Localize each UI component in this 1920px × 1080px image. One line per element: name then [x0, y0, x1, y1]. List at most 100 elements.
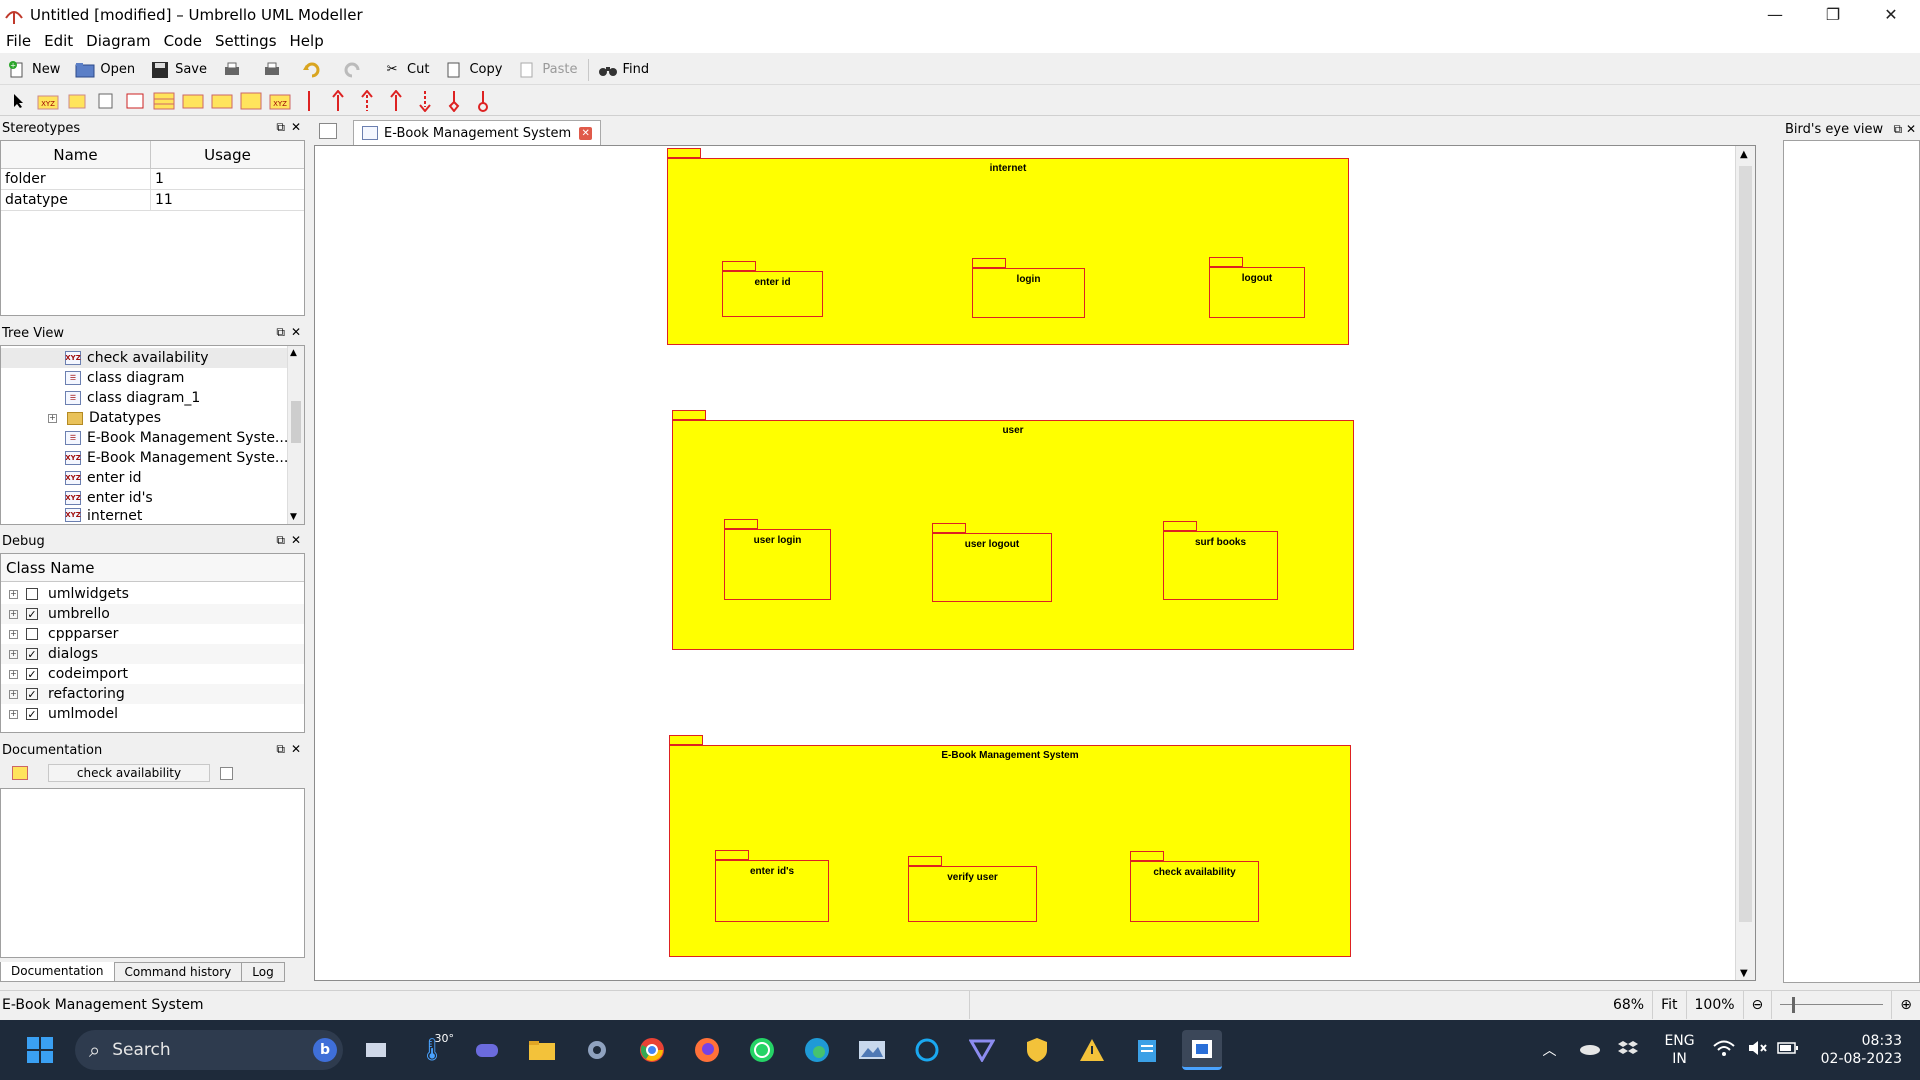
scroll-up-icon[interactable]: ▲ [290, 348, 297, 358]
save-button[interactable]: Save [149, 60, 207, 80]
zoom-out-icon[interactable]: ⊖ [1742, 991, 1772, 1019]
edge-icon[interactable] [797, 1030, 837, 1070]
tree-item[interactable]: ☰ E-Book Management Syste... [1, 428, 304, 448]
onedrive-cloud-icon[interactable] [1578, 1041, 1601, 1059]
aggregation-icon[interactable] [443, 90, 465, 112]
battery-icon[interactable] [1776, 1041, 1799, 1059]
zoom-slider-handle[interactable] [1792, 997, 1796, 1013]
expand-icon[interactable]: + [9, 629, 18, 639]
datatype-tool-icon[interactable]: XYZ [37, 90, 59, 112]
table-row[interactable]: folder 1 [1, 169, 304, 190]
menu-diagram[interactable]: Diagram [86, 32, 150, 50]
maximize-button[interactable]: ❐ [1804, 0, 1862, 29]
realization-arrow-icon[interactable] [414, 90, 436, 112]
new-tab-icon[interactable] [319, 123, 337, 139]
volume-muted-icon[interactable] [1747, 1039, 1767, 1061]
diagram-canvas[interactable]: internet enter id login logout user user… [314, 145, 1756, 981]
close-icon[interactable]: ✕ [291, 533, 301, 548]
redo-button[interactable] [341, 60, 367, 80]
select-arrow-icon[interactable] [8, 90, 30, 112]
zoom-100-button[interactable]: 100% [1685, 991, 1743, 1019]
float-icon[interactable]: ⧉ [276, 325, 285, 340]
debug-row[interactable]: + ✓ umbrello [1, 604, 304, 624]
expand-icon[interactable]: + [9, 609, 18, 619]
find-button[interactable]: Find [597, 60, 649, 80]
dependency-arrow-icon[interactable] [356, 89, 378, 112]
zoom-in-icon[interactable]: ⊕ [1891, 991, 1920, 1019]
notepad-icon[interactable] [1127, 1030, 1167, 1070]
print-button[interactable] [221, 60, 247, 80]
documentation-name-field[interactable]: check availability [48, 764, 210, 782]
generalization-arrow-icon[interactable] [327, 89, 349, 112]
file-explorer-icon[interactable] [522, 1030, 562, 1070]
meet-icon[interactable] [467, 1030, 507, 1070]
birds-eye-view-panel[interactable] [1783, 140, 1920, 983]
checkbox[interactable]: ✓ [26, 648, 38, 660]
scroll-thumb[interactable] [1739, 166, 1752, 922]
tab-command-history[interactable]: Command history [113, 962, 243, 982]
scroll-down-icon[interactable]: ▼ [1740, 968, 1748, 979]
package-user-login[interactable]: user login [724, 529, 831, 600]
scroll-up-icon[interactable]: ▲ [1740, 149, 1748, 160]
canvas-scrollbar[interactable]: ▲ ▼ [1735, 146, 1755, 980]
taskbar-search[interactable]: ⌕ Search b [75, 1030, 343, 1070]
scroll-down-icon[interactable]: ▼ [290, 512, 297, 522]
entity-tool-icon[interactable] [211, 90, 233, 112]
zoom-fit-button[interactable]: Fit [1652, 991, 1685, 1019]
float-icon[interactable]: ⧉ [1894, 122, 1903, 136]
close-icon[interactable]: ✕ [1906, 122, 1916, 136]
photos-icon[interactable] [852, 1030, 892, 1070]
documentation-checkbox[interactable] [220, 766, 233, 780]
menu-help[interactable]: Help [290, 32, 324, 50]
package-user[interactable]: user user login user logout surf books [672, 420, 1354, 650]
clock[interactable]: 08:33 02-08-2023 [1821, 1032, 1902, 1068]
wifi-icon[interactable] [1712, 1039, 1735, 1061]
package-enter-id[interactable]: enter id [722, 271, 823, 317]
note-tool-icon[interactable] [95, 90, 117, 112]
expand-icon[interactable]: + [48, 413, 57, 423]
expand-icon[interactable]: + [9, 669, 18, 679]
float-icon[interactable]: ⧉ [276, 120, 285, 135]
weather-icon[interactable]: 🌡 30° [412, 1030, 454, 1070]
enum-tool-icon[interactable] [182, 90, 204, 112]
box-tool-icon[interactable] [124, 90, 146, 112]
checkbox[interactable]: ✓ [26, 688, 38, 700]
close-icon[interactable]: ✕ [291, 120, 301, 135]
checkbox[interactable]: ✓ [26, 668, 38, 680]
firefox-icon[interactable] [687, 1030, 727, 1070]
checkbox[interactable]: ✓ [26, 708, 38, 720]
composition-icon[interactable] [472, 90, 494, 112]
tree-item[interactable]: XYZ enter id [1, 468, 304, 488]
whatsapp-icon[interactable] [742, 1030, 782, 1070]
settings-gear-icon[interactable] [577, 1030, 617, 1070]
datatype2-tool-icon[interactable]: XYZ [269, 90, 291, 112]
template-tool-icon[interactable] [240, 90, 262, 112]
package-verify-user[interactable]: verify user [908, 866, 1037, 922]
expand-icon[interactable]: + [9, 709, 18, 719]
tree-item[interactable]: + Datatypes [1, 408, 304, 428]
warning-icon[interactable] [1072, 1030, 1112, 1070]
cut-button[interactable]: ✂ Cut [381, 60, 430, 80]
chrome-icon[interactable] [632, 1030, 672, 1070]
zoom-slider[interactable] [1771, 991, 1891, 1019]
dropbox-icon[interactable] [1618, 1039, 1639, 1061]
package-check-availability[interactable]: check availability [1130, 861, 1259, 922]
tree-scrollbar[interactable]: ▲ ▼ [287, 346, 304, 524]
tree-item[interactable]: ☰ class diagram [1, 368, 304, 388]
expand-icon[interactable]: + [9, 689, 18, 699]
association-line-icon[interactable] [298, 90, 320, 112]
close-icon[interactable]: ✕ [291, 742, 301, 757]
directed-association-icon[interactable] [385, 89, 407, 112]
tree-item[interactable]: XYZ check availability [1, 348, 304, 368]
package-surf-books[interactable]: surf books [1163, 531, 1278, 600]
close-icon[interactable]: ✕ [291, 325, 301, 340]
scroll-thumb[interactable] [291, 401, 301, 443]
cortana-icon[interactable] [907, 1030, 947, 1070]
expand-icon[interactable]: + [9, 589, 18, 599]
print-preview-button[interactable] [261, 60, 287, 80]
copy-button[interactable]: Copy [443, 60, 502, 80]
close-window-button[interactable]: ✕ [1862, 0, 1920, 29]
class-tool-icon[interactable] [153, 90, 175, 112]
table-row[interactable]: datatype 11 [1, 190, 304, 211]
umbrello-taskbar-icon[interactable] [1182, 1030, 1222, 1070]
